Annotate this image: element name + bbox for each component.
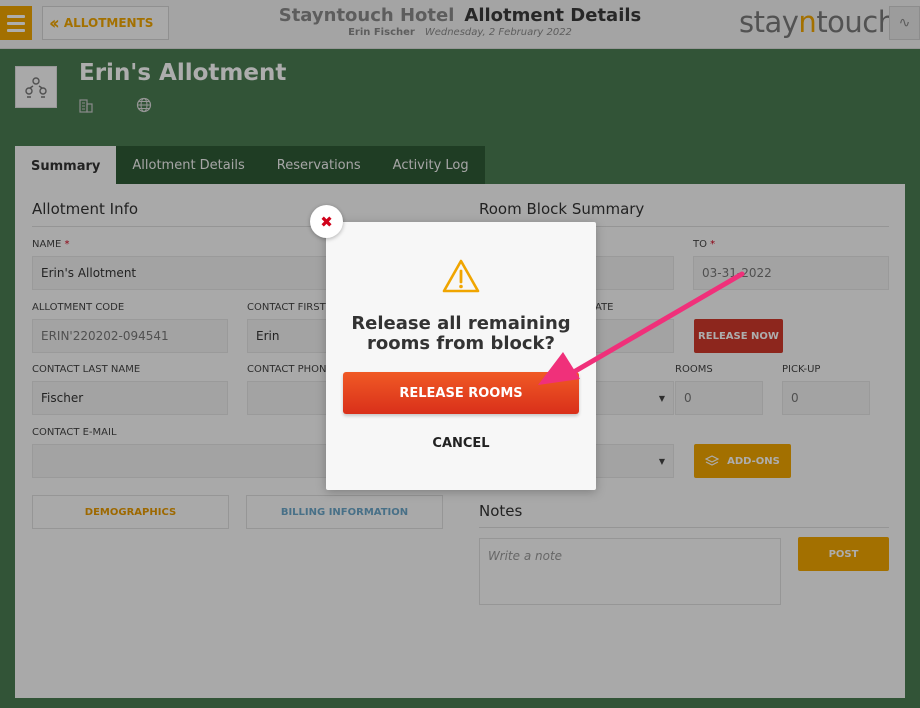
dialog-message: Release all remaining rooms from block? [351, 313, 571, 354]
release-rooms-button[interactable]: RELEASE ROOMS [343, 372, 579, 414]
cancel-button[interactable]: CANCEL [411, 430, 511, 456]
close-icon[interactable]: ✖ [310, 205, 343, 238]
release-rooms-dialog: Release all remaining rooms from block? … [326, 222, 596, 490]
warning-icon [442, 259, 480, 293]
